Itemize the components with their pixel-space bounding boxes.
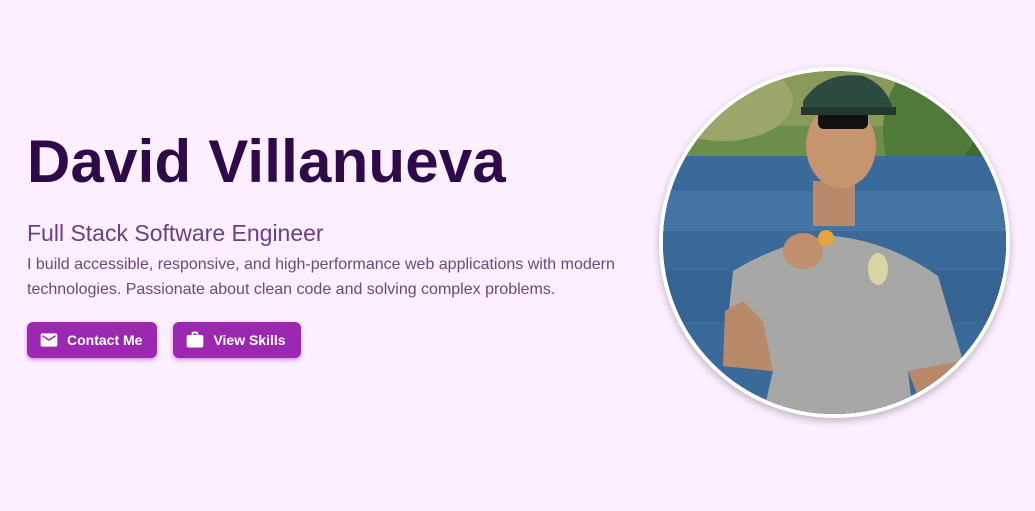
contact-me-button[interactable]: Contact Me: [27, 322, 158, 358]
hero-description: I build accessible, responsive, and high…: [27, 256, 615, 298]
briefcase-icon: [185, 330, 205, 350]
view-skills-label: View Skills: [213, 332, 286, 348]
hero-name: David Villanueva: [27, 128, 506, 195]
hero-buttons: Contact Me View Skills: [27, 322, 301, 358]
profile-photo: [663, 71, 1006, 414]
contact-me-label: Contact Me: [67, 332, 143, 348]
hero-title: Full Stack Software Engineer: [27, 220, 324, 246]
hero-text: David Villanueva Full Stack Software Eng…: [27, 128, 637, 302]
avatar: [659, 67, 1010, 418]
mail-icon: [39, 330, 59, 350]
view-skills-button[interactable]: View Skills: [173, 322, 301, 358]
